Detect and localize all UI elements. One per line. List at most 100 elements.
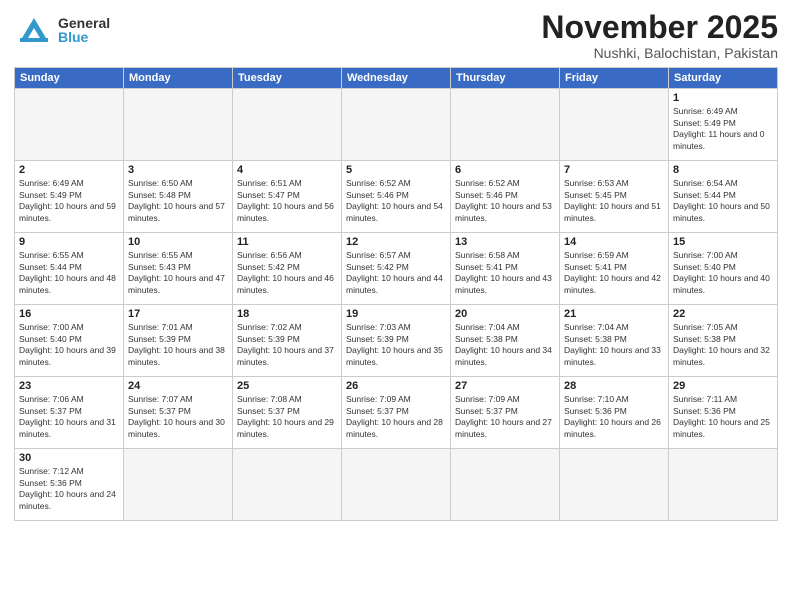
table-row: 18 Sunrise: 7:02 AMSunset: 5:39 PMDayligh… xyxy=(233,305,342,377)
day-info: Sunrise: 7:03 AMSunset: 5:39 PMDaylight:… xyxy=(346,322,446,368)
table-row: 17 Sunrise: 7:01 AMSunset: 5:39 PMDayligh… xyxy=(124,305,233,377)
col-sunday: Sunday xyxy=(15,68,124,89)
table-row: 6 Sunrise: 6:52 AMSunset: 5:46 PMDaylight… xyxy=(451,161,560,233)
day-number: 9 xyxy=(19,236,119,248)
table-row xyxy=(124,89,233,161)
location-subtitle: Nushki, Balochistan, Pakistan xyxy=(541,45,778,61)
table-row xyxy=(342,449,451,521)
day-info: Sunrise: 7:09 AMSunset: 5:37 PMDaylight:… xyxy=(346,394,446,440)
day-number: 20 xyxy=(455,308,555,320)
table-row: 24 Sunrise: 7:07 AMSunset: 5:37 PMDayligh… xyxy=(124,377,233,449)
day-number: 10 xyxy=(128,236,228,248)
table-row: 2 Sunrise: 6:49 AMSunset: 5:49 PMDaylight… xyxy=(15,161,124,233)
col-tuesday: Tuesday xyxy=(233,68,342,89)
day-number: 2 xyxy=(19,164,119,176)
day-number: 14 xyxy=(564,236,664,248)
day-number: 12 xyxy=(346,236,446,248)
month-title: November 2025 xyxy=(541,10,778,45)
day-info: Sunrise: 6:55 AMSunset: 5:43 PMDaylight:… xyxy=(128,250,228,296)
day-info: Sunrise: 6:49 AMSunset: 5:49 PMDaylight:… xyxy=(19,178,119,224)
day-number: 24 xyxy=(128,380,228,392)
table-row: 13 Sunrise: 6:58 AMSunset: 5:41 PMDayligh… xyxy=(451,233,560,305)
day-number: 30 xyxy=(19,452,119,464)
table-row: 10 Sunrise: 6:55 AMSunset: 5:43 PMDayligh… xyxy=(124,233,233,305)
day-number: 8 xyxy=(673,164,773,176)
day-number: 7 xyxy=(564,164,664,176)
day-info: Sunrise: 6:59 AMSunset: 5:41 PMDaylight:… xyxy=(564,250,664,296)
day-info: Sunrise: 7:06 AMSunset: 5:37 PMDaylight:… xyxy=(19,394,119,440)
day-info: Sunrise: 6:52 AMSunset: 5:46 PMDaylight:… xyxy=(346,178,446,224)
day-info: Sunrise: 6:57 AMSunset: 5:42 PMDaylight:… xyxy=(346,250,446,296)
table-row: 25 Sunrise: 7:08 AMSunset: 5:37 PMDayligh… xyxy=(233,377,342,449)
day-number: 27 xyxy=(455,380,555,392)
day-info: Sunrise: 7:08 AMSunset: 5:37 PMDaylight:… xyxy=(237,394,337,440)
calendar-body: 1Sunrise: 6:49 AMSunset: 5:49 PMDaylight… xyxy=(15,89,778,521)
day-number: 16 xyxy=(19,308,119,320)
day-info: Sunrise: 6:50 AMSunset: 5:48 PMDaylight:… xyxy=(128,178,228,224)
table-row: 28Sunrise: 7:10 AMSunset: 5:36 PMDayligh… xyxy=(560,377,669,449)
day-info: Sunrise: 6:56 AMSunset: 5:42 PMDaylight:… xyxy=(237,250,337,296)
col-wednesday: Wednesday xyxy=(342,68,451,89)
table-row: 7Sunrise: 6:53 AMSunset: 5:45 PMDaylight… xyxy=(560,161,669,233)
day-info: Sunrise: 7:02 AMSunset: 5:39 PMDaylight:… xyxy=(237,322,337,368)
days-of-week-row: Sunday Monday Tuesday Wednesday Thursday… xyxy=(15,68,778,89)
day-info: Sunrise: 7:05 AMSunset: 5:38 PMDaylight:… xyxy=(673,322,773,368)
col-monday: Monday xyxy=(124,68,233,89)
day-info: Sunrise: 7:07 AMSunset: 5:37 PMDaylight:… xyxy=(128,394,228,440)
day-number: 11 xyxy=(237,236,337,248)
day-info: Sunrise: 7:01 AMSunset: 5:39 PMDaylight:… xyxy=(128,322,228,368)
day-info: Sunrise: 7:09 AMSunset: 5:37 PMDaylight:… xyxy=(455,394,555,440)
logo-blue-text: Blue xyxy=(58,30,110,44)
table-row xyxy=(233,89,342,161)
title-block: November 2025 Nushki, Balochistan, Pakis… xyxy=(541,10,778,61)
page-header: General Blue November 2025 Nushki, Baloc… xyxy=(14,10,778,61)
day-number: 6 xyxy=(455,164,555,176)
logo: General Blue xyxy=(14,10,110,50)
table-row: 16 Sunrise: 7:00 AMSunset: 5:40 PMDayligh… xyxy=(15,305,124,377)
logo-icon xyxy=(14,10,54,50)
table-row: 5 Sunrise: 6:52 AMSunset: 5:46 PMDaylight… xyxy=(342,161,451,233)
day-number: 21 xyxy=(564,308,664,320)
day-info: Sunrise: 7:04 AMSunset: 5:38 PMDaylight:… xyxy=(564,322,664,368)
day-number: 25 xyxy=(237,380,337,392)
table-row: 27 Sunrise: 7:09 AMSunset: 5:37 PMDayligh… xyxy=(451,377,560,449)
day-number: 5 xyxy=(346,164,446,176)
day-number: 3 xyxy=(128,164,228,176)
table-row: 30Sunrise: 7:12 AMSunset: 5:36 PMDayligh… xyxy=(15,449,124,521)
table-row: 14 Sunrise: 6:59 AMSunset: 5:41 PMDayligh… xyxy=(560,233,669,305)
calendar-header: Sunday Monday Tuesday Wednesday Thursday… xyxy=(15,68,778,89)
day-info: Sunrise: 7:00 AMSunset: 5:40 PMDaylight:… xyxy=(19,322,119,368)
logo-words: General Blue xyxy=(58,16,110,44)
day-info: Sunrise: 6:58 AMSunset: 5:41 PMDaylight:… xyxy=(455,250,555,296)
table-row: 22 Sunrise: 7:05 AMSunset: 5:38 PMDayligh… xyxy=(669,305,778,377)
table-row: 8Sunrise: 6:54 AMSunset: 5:44 PMDaylight… xyxy=(669,161,778,233)
table-row xyxy=(233,449,342,521)
day-number: 29 xyxy=(673,380,773,392)
table-row xyxy=(560,449,669,521)
table-row: 26Sunrise: 7:09 AMSunset: 5:37 PMDayligh… xyxy=(342,377,451,449)
day-info: Sunrise: 6:55 AMSunset: 5:44 PMDaylight:… xyxy=(19,250,119,296)
day-number: 4 xyxy=(237,164,337,176)
table-row xyxy=(342,89,451,161)
day-number: 22 xyxy=(673,308,773,320)
day-info: Sunrise: 7:00 AMSunset: 5:40 PMDaylight:… xyxy=(673,250,773,296)
day-number: 28 xyxy=(564,380,664,392)
table-row xyxy=(124,449,233,521)
calendar-page: General Blue November 2025 Nushki, Baloc… xyxy=(0,0,792,612)
day-number: 13 xyxy=(455,236,555,248)
day-info: Sunrise: 6:49 AMSunset: 5:49 PMDaylight:… xyxy=(673,106,773,152)
day-info: Sunrise: 6:52 AMSunset: 5:46 PMDaylight:… xyxy=(455,178,555,224)
table-row: 19 Sunrise: 7:03 AMSunset: 5:39 PMDayligh… xyxy=(342,305,451,377)
table-row: 9 Sunrise: 6:55 AMSunset: 5:44 PMDaylight… xyxy=(15,233,124,305)
table-row: 11 Sunrise: 6:56 AMSunset: 5:42 PMDayligh… xyxy=(233,233,342,305)
table-row xyxy=(451,449,560,521)
table-row xyxy=(669,449,778,521)
table-row: 29Sunrise: 7:11 AMSunset: 5:36 PMDayligh… xyxy=(669,377,778,449)
day-number: 18 xyxy=(237,308,337,320)
table-row: 12 Sunrise: 6:57 AMSunset: 5:42 PMDayligh… xyxy=(342,233,451,305)
day-number: 19 xyxy=(346,308,446,320)
table-row: 21 Sunrise: 7:04 AMSunset: 5:38 PMDayligh… xyxy=(560,305,669,377)
day-number: 15 xyxy=(673,236,773,248)
day-number: 17 xyxy=(128,308,228,320)
day-info: Sunrise: 6:51 AMSunset: 5:47 PMDaylight:… xyxy=(237,178,337,224)
